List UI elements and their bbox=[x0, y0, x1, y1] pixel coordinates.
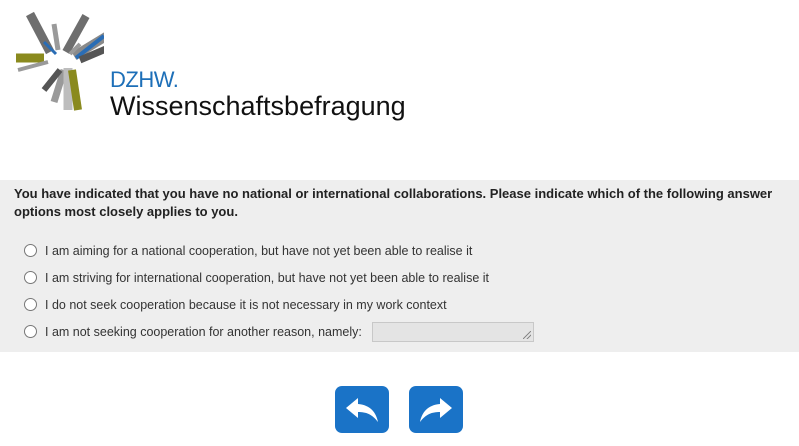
option-label: I am striving for international cooperat… bbox=[45, 270, 490, 285]
answer-options: I am aiming for a national cooperation, … bbox=[24, 237, 534, 345]
option-label: I do not seek cooperation because it is … bbox=[45, 297, 447, 312]
question-text: You have indicated that you have no nati… bbox=[14, 186, 773, 219]
radio-button[interactable] bbox=[24, 325, 37, 338]
radio-button[interactable] bbox=[24, 244, 37, 257]
back-button[interactable] bbox=[335, 386, 389, 433]
other-reason-textarea[interactable] bbox=[371, 321, 534, 342]
option-other-reason[interactable]: I am not seeking cooperation for another… bbox=[24, 318, 534, 345]
option-national-cooperation[interactable]: I am aiming for a national cooperation, … bbox=[24, 237, 534, 264]
brand-tagline: Wissenschaftsbefragung bbox=[110, 91, 406, 121]
forward-button[interactable] bbox=[409, 386, 463, 433]
option-label: I am not seeking cooperation for another… bbox=[45, 324, 362, 339]
option-label: I am aiming for a national cooperation, … bbox=[45, 243, 473, 258]
brand-name: DZHW. bbox=[110, 67, 179, 92]
resize-grip-icon[interactable] bbox=[522, 330, 531, 339]
dzhw-logo: DZHW. Wissenschaftsbefragung bbox=[14, 10, 406, 121]
logo-burst-icon bbox=[16, 11, 104, 111]
question-panel: You have indicated that you have no nati… bbox=[0, 180, 799, 352]
radio-button[interactable] bbox=[24, 271, 37, 284]
forward-arrow-icon bbox=[420, 397, 452, 422]
option-not-necessary[interactable]: I do not seek cooperation because it is … bbox=[24, 291, 534, 318]
option-international-cooperation[interactable]: I am striving for international cooperat… bbox=[24, 264, 534, 291]
back-arrow-icon bbox=[346, 397, 378, 422]
radio-button[interactable] bbox=[24, 298, 37, 311]
